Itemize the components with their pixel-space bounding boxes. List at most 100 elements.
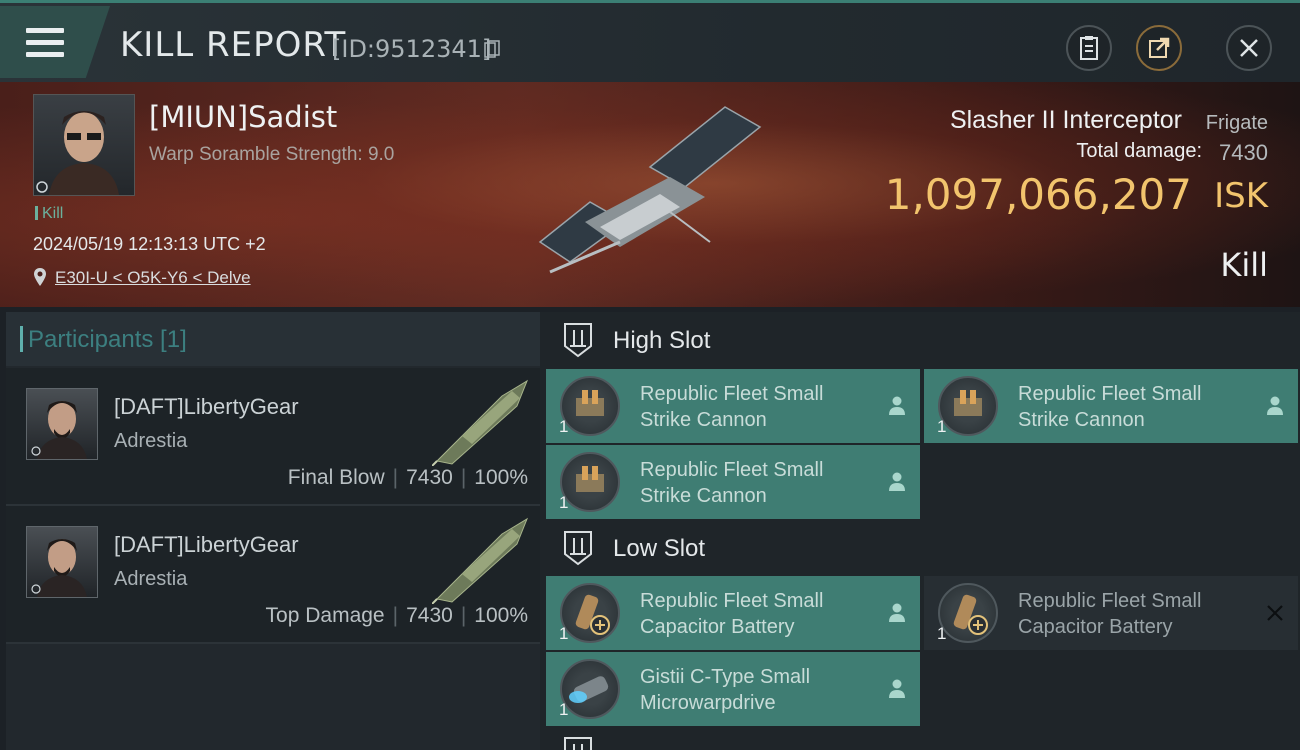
participant-damage: 7430 [406,466,453,489]
menu-button[interactable] [0,6,110,78]
total-damage-value: 7430 [1219,140,1268,165]
module-name-line2: Capacitor Battery [1018,616,1173,638]
module-name: Republic Fleet Small Strike Cannon [640,381,870,433]
high-slot-header: High Slot [540,312,1300,368]
user-icon[interactable] [888,395,906,415]
hamburger-icon [26,28,64,58]
module-quantity: 1 [937,417,947,436]
module-card[interactable]: 1 Gistii C-Type Small Microwarpdrive [546,652,920,726]
share-icon [1149,37,1170,58]
title-bar: KILL REPORT [ID:9512341] [0,0,1300,82]
participant-damage: 7430 [406,604,453,627]
participant-name[interactable]: [DAFT]LibertyGear [114,394,299,420]
participant-name[interactable]: [DAFT]LibertyGear [114,532,299,558]
participant-stats: Top Damage | 7430 | 100% [265,604,528,627]
module-name-line2: Strike Cannon [1018,409,1145,431]
participant-row[interactable]: [DAFT]LibertyGear Adrestia Final Blow | 74… [6,368,540,506]
battery-module-icon [560,583,620,643]
module-name: Republic Fleet Small Capacitor Battery [640,588,870,640]
clipboard-icon [1080,36,1098,60]
user-icon[interactable] [1266,395,1284,415]
module-name: Republic Fleet Small Strike Cannon [640,457,870,509]
module-card[interactable]: 1 Republic Fleet Small Capacitor Battery [546,576,920,650]
module-name-line1: Republic Fleet Small [640,459,824,481]
location-link[interactable]: E30I-U < O5K-Y6 < Delve [55,268,251,288]
user-icon[interactable] [888,471,906,491]
page-title: KILL REPORT [120,25,347,65]
participant-avatar[interactable] [26,526,98,598]
module-name-line2: Microwarpdrive [640,692,776,714]
module-card[interactable]: 1 Republic Fleet Small Strike Cannon [546,369,920,443]
kill-badge: Kill [35,205,63,223]
victim-ship-image[interactable] [530,102,770,282]
mid-slot-icon [564,737,592,750]
high-slot-icon [564,323,592,358]
module-name-line2: Strike Cannon [640,409,767,431]
module-name: Republic Fleet Small Capacitor Battery [1018,588,1248,640]
kill-datetime: 2024/05/19 12:13:13 UTC +2 [33,234,266,254]
module-name-line1: Republic Fleet Small [1018,383,1202,405]
participant-percent: 100% [474,604,528,627]
isk-value: 1,097,066,207 [884,170,1192,219]
cannon-module-icon [938,376,998,436]
user-icon[interactable] [888,602,906,622]
fitting-panel: High Slot 1 Republic Fleet Small Strike C… [540,312,1300,750]
close-button[interactable] [1226,25,1272,71]
destroyed-x-icon [1267,605,1283,621]
low-slot-title: Low Slot [613,535,706,562]
ship-class: Frigate [1205,112,1268,134]
cannon-module-icon [560,452,620,512]
participant-ship-image[interactable] [432,376,532,466]
module-name-line1: Gistii C-Type Small [640,666,811,688]
location-pin-icon [34,268,46,286]
module-card-destroyed[interactable]: 1 Republic Fleet Small Capacitor Battery [924,576,1298,650]
participant-corp: Adrestia [114,568,188,590]
module-name-line1: Republic Fleet Small [640,383,824,405]
total-damage-label: Total damage: [1076,140,1202,162]
microwarpdrive-module-icon [560,659,620,719]
participant-ship-image[interactable] [432,514,532,604]
module-name: Gistii C-Type Small Microwarpdrive [640,664,870,716]
participants-title: Participants [1] [20,326,187,354]
module-card[interactable]: 1 Republic Fleet Small Strike Cannon [546,445,920,519]
isk-unit: ISK [1214,176,1268,216]
low-slot-icon [564,531,592,566]
module-quantity: 1 [559,417,569,436]
close-icon [1240,39,1258,57]
participant-blow-label: Final Blow [287,466,385,489]
ship-name[interactable]: Slasher II Interceptor [950,106,1182,135]
participant-corp: Adrestia [114,430,188,452]
module-name-line2: Capacitor Battery [640,616,795,638]
module-quantity: 1 [559,624,569,643]
module-quantity: 1 [937,624,947,643]
participant-avatar[interactable] [26,388,98,460]
module-name-line2: Strike Cannon [640,485,767,507]
participant-stats: Final Blow | 7430 | 100% [287,466,528,489]
low-slot-header: Low Slot [540,520,1300,576]
participants-header: Participants [1] [6,312,540,366]
share-button[interactable] [1136,25,1182,71]
kill-type: Kill [1220,246,1268,284]
module-name-line1: Republic Fleet Small [1018,590,1202,612]
participants-title-text: Participants [1] [28,326,187,353]
victim-summary: [MIUN]Sadist Warp Soramble Strength: 9.0… [0,82,1300,307]
report-button[interactable] [1066,25,1112,71]
cannon-module-icon [560,376,620,436]
participants-panel: Participants [1] [DAFT]LibertyGear Adres… [6,312,540,750]
report-id: [ID:9512341] [332,35,492,63]
kill-badge-label: Kill [42,205,64,222]
user-icon[interactable] [888,678,906,698]
participant-row[interactable]: [DAFT]LibertyGear Adrestia Top Damage | 74… [6,506,540,644]
copy-icon[interactable] [484,40,500,58]
module-quantity: 1 [559,493,569,512]
module-quantity: 1 [559,700,569,719]
module-card[interactable]: 1 Republic Fleet Small Strike Cannon [924,369,1298,443]
participant-percent: 100% [474,466,528,489]
module-name-line1: Republic Fleet Small [640,590,824,612]
module-name: Republic Fleet Small Strike Cannon [1018,381,1248,433]
participant-blow-label: Top Damage [265,604,385,627]
high-slot-title: High Slot [613,327,711,354]
victim-avatar[interactable] [33,94,135,196]
battery-module-icon [938,583,998,643]
victim-name[interactable]: [MIUN]Sadist [149,100,337,134]
